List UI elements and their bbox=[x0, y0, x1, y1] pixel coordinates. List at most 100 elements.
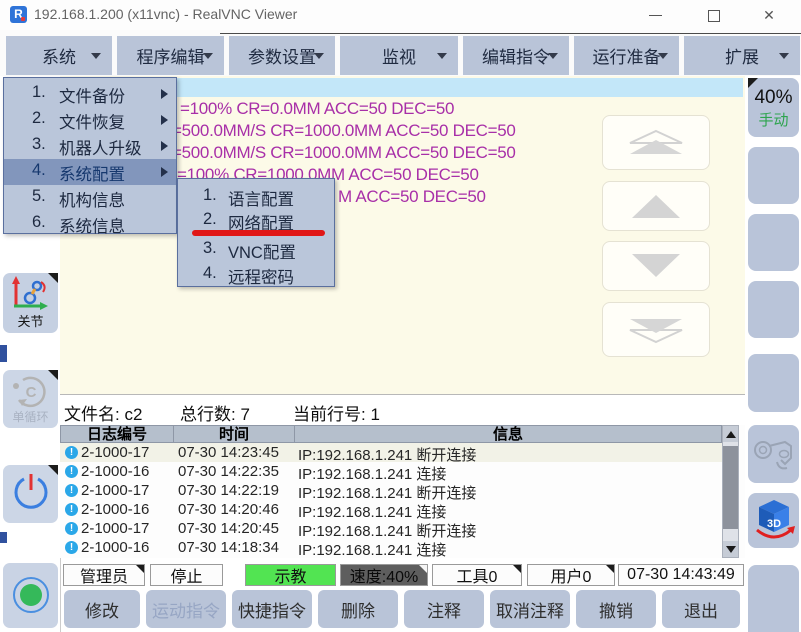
arrow-up-icon bbox=[624, 192, 688, 220]
maximize-button[interactable] bbox=[693, 0, 733, 30]
status-speed[interactable]: 速度:40% bbox=[340, 564, 428, 586]
log-table-header: 日志编号 时间 信息 bbox=[60, 425, 722, 443]
minimize-icon bbox=[649, 15, 662, 16]
line-down-button[interactable] bbox=[602, 241, 710, 291]
delete-button[interactable]: 删除 bbox=[318, 590, 398, 628]
menu-parameters[interactable]: 参数设置 bbox=[229, 36, 335, 75]
svg-text:C: C bbox=[26, 384, 37, 401]
menu-item-system-info[interactable]: 6. 系统信息 bbox=[4, 211, 176, 237]
log-row[interactable]: ! 2-1000-17 07-30 14:23:45 IP:192.168.1.… bbox=[60, 443, 722, 462]
double-arrow-up-icon bbox=[624, 128, 688, 158]
page-down-button[interactable] bbox=[602, 302, 710, 357]
program-line: =500.0MM/S CR=1000.0MM ACC=50 DEC=50 bbox=[172, 121, 516, 141]
log-row[interactable]: ! 2-1000-17 07-30 14:22:19 IP:192.168.1.… bbox=[60, 481, 722, 500]
undo-button[interactable]: 撤销 bbox=[576, 590, 656, 628]
cube-3d-icon: 3D bbox=[751, 496, 797, 544]
log-row[interactable]: ! 2-1000-16 07-30 14:18:34 IP:192.168.1.… bbox=[60, 538, 722, 557]
scroll-down-icon bbox=[726, 546, 736, 553]
speed-mode-button[interactable]: 40% 手动 bbox=[748, 78, 799, 137]
log-row[interactable]: ! 2-1000-16 07-30 14:20:46 IP:192.168.1.… bbox=[60, 500, 722, 519]
menu-run-prepare[interactable]: 运行准备 bbox=[574, 36, 679, 75]
menu-item-system-config[interactable]: 4. 系统配置 bbox=[4, 159, 176, 185]
menu-bar: 系统 程序编辑 参数设置 监视 编辑指令 运行准备 扩展 bbox=[0, 30, 801, 76]
minimize-button[interactable] bbox=[635, 0, 675, 30]
submenu-item-vnc-config[interactable]: 3. VNC配置 bbox=[178, 238, 334, 262]
info-icon: ! bbox=[65, 522, 78, 535]
menu-extension[interactable]: 扩展 bbox=[684, 36, 800, 75]
handle-control-button[interactable] bbox=[748, 425, 799, 483]
line-up-button[interactable] bbox=[602, 181, 710, 231]
page-up-button[interactable] bbox=[602, 115, 710, 170]
servo-status-icon bbox=[9, 573, 53, 617]
scroll-up-button[interactable] bbox=[723, 426, 738, 442]
title-bar: R 192.168.1.200 (x11vnc) - RealVNC Viewe… bbox=[0, 0, 801, 31]
menu-item-file-backup[interactable]: 1. 文件备份 bbox=[4, 81, 176, 107]
current-line: 当前行号: 1 bbox=[293, 400, 380, 425]
power-icon bbox=[11, 472, 51, 516]
total-lines: 总行数: 7 bbox=[180, 400, 250, 425]
system-dropdown-menu: 1. 文件备份 2. 文件恢复 3. 机器人升级 4. 系统配置 5. 机构信息… bbox=[3, 77, 177, 234]
double-arrow-down-icon bbox=[624, 315, 688, 345]
joint-coordinate-button[interactable]: 关节 bbox=[3, 273, 58, 333]
menu-item-robot-upgrade[interactable]: 3. 机器人升级 bbox=[4, 133, 176, 159]
info-icon: ! bbox=[65, 484, 78, 497]
uncomment-button[interactable]: 取消注释 bbox=[490, 590, 570, 628]
info-icon: ! bbox=[65, 465, 78, 478]
submenu-item-remote-password[interactable]: 4. 远程密码 bbox=[178, 263, 334, 287]
log-row[interactable]: ! 2-1000-17 07-30 14:20:45 IP:192.168.1.… bbox=[60, 519, 722, 538]
edge-tab bbox=[0, 532, 7, 543]
window-title: 192.168.1.200 (x11vnc) - RealVNC Viewer bbox=[34, 6, 297, 22]
status-tool[interactable]: 工具0 bbox=[432, 564, 522, 586]
corner-marker-icon bbox=[748, 78, 758, 88]
submenu-item-language-config[interactable]: 1. 语言配置 bbox=[178, 185, 334, 209]
submenu-arrow-icon bbox=[161, 141, 168, 151]
chevron-down-icon bbox=[91, 53, 101, 59]
chevron-down-icon bbox=[314, 53, 324, 59]
info-icon: ! bbox=[65, 541, 78, 554]
quick-instruction-button[interactable]: 快捷指令 bbox=[232, 590, 312, 628]
scroll-up-icon bbox=[726, 431, 736, 438]
submenu-arrow-icon bbox=[161, 115, 168, 125]
menu-program-edit[interactable]: 程序编辑 bbox=[117, 36, 224, 75]
single-cycle-label: 单循环 bbox=[3, 408, 58, 425]
chevron-down-icon bbox=[779, 53, 789, 59]
menu-item-file-restore[interactable]: 2. 文件恢复 bbox=[4, 107, 176, 133]
modify-button[interactable]: 修改 bbox=[64, 590, 140, 628]
menu-monitor[interactable]: 监视 bbox=[340, 36, 458, 75]
chevron-down-icon bbox=[203, 53, 213, 59]
gamepad-icon bbox=[751, 432, 797, 476]
power-button[interactable] bbox=[3, 465, 58, 523]
exit-button[interactable]: 退出 bbox=[662, 590, 740, 628]
menu-system[interactable]: 系统 bbox=[6, 36, 112, 75]
scroll-down-button[interactable] bbox=[723, 541, 738, 557]
close-button[interactable]: ✕ bbox=[749, 0, 789, 30]
comment-button[interactable]: 注释 bbox=[404, 590, 484, 628]
right-toolbar-button[interactable] bbox=[748, 354, 799, 412]
status-run-state: 停止 bbox=[150, 564, 223, 586]
info-icon: ! bbox=[65, 446, 78, 459]
config-submenu: 1. 语言配置 2. 网络配置 3. VNC配置 4. 远程密码 bbox=[177, 178, 335, 287]
edge-tab bbox=[0, 345, 7, 362]
status-user-frame[interactable]: 用户0 bbox=[527, 564, 615, 586]
right-toolbar-button[interactable] bbox=[748, 565, 799, 632]
menu-item-mechanism-info[interactable]: 5. 机构信息 bbox=[4, 185, 176, 211]
view-3d-button[interactable]: 3D bbox=[748, 493, 799, 548]
right-toolbar-button[interactable] bbox=[748, 281, 799, 338]
corner-marker-icon bbox=[606, 565, 614, 573]
log-row[interactable]: ! 2-1000-16 07-30 14:22:35 IP:192.168.1.… bbox=[60, 462, 722, 481]
log-scrollbar[interactable] bbox=[722, 425, 739, 558]
joint-button-label: 关节 bbox=[3, 311, 58, 330]
svg-text:3D: 3D bbox=[767, 518, 781, 530]
right-toolbar-button[interactable] bbox=[748, 214, 799, 271]
red-highlight-underline bbox=[192, 230, 325, 236]
motion-instruction-button[interactable]: 运动指令 bbox=[146, 590, 226, 628]
servo-enable-button[interactable] bbox=[3, 563, 58, 628]
scrollbar-thumb[interactable] bbox=[723, 446, 738, 529]
status-user-level[interactable]: 管理员 bbox=[63, 564, 145, 586]
speed-value: 40% bbox=[748, 87, 799, 109]
menu-edit-instruction[interactable]: 编辑指令 bbox=[463, 36, 569, 75]
log-table: 日志编号 时间 信息 ! 2-1000-17 07-30 14:23:45 IP… bbox=[60, 425, 745, 558]
realvnc-logo-icon: R bbox=[10, 6, 27, 23]
single-cycle-button[interactable]: C 单循环 bbox=[3, 370, 58, 428]
right-toolbar-button[interactable] bbox=[748, 147, 799, 204]
